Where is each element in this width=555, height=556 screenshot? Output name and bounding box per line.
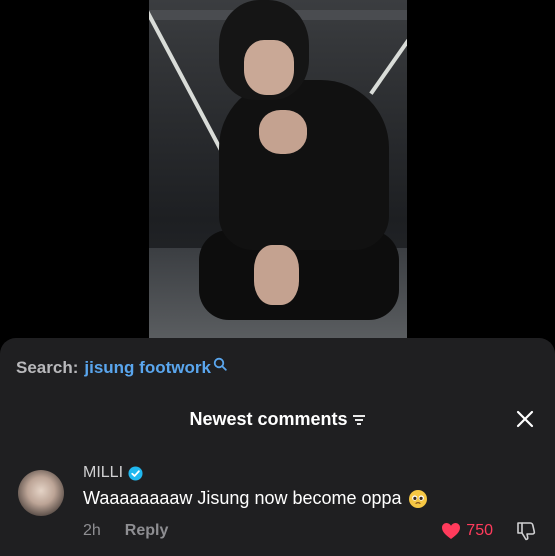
avatar[interactable]	[18, 470, 64, 516]
search-prefix: Search:	[16, 358, 79, 377]
comment-meta: 2h Reply	[83, 522, 168, 540]
ceiling-light	[369, 35, 407, 95]
comment-text: Waaaaaaaaw Jisung now become oppa	[83, 488, 402, 508]
reply-button[interactable]: Reply	[125, 522, 169, 540]
heart-icon[interactable]	[441, 522, 461, 540]
person-hand	[254, 245, 299, 305]
person-hand	[259, 110, 307, 154]
comment-time: 2h	[83, 522, 101, 539]
video-player[interactable]	[0, 0, 555, 338]
username[interactable]: MILLI	[83, 464, 123, 482]
sort-icon[interactable]	[352, 414, 366, 426]
ceiling-light	[149, 0, 223, 151]
search-suggestion[interactable]: Search: jisung footwork	[16, 357, 227, 378]
person-face	[244, 40, 294, 95]
comment-author[interactable]: MILLI	[83, 464, 143, 482]
dislike-icon[interactable]	[515, 520, 537, 542]
comments-title: Newest comments	[189, 409, 348, 429]
comments-header[interactable]: Newest comments	[0, 409, 555, 430]
search-icon	[213, 357, 227, 371]
verified-badge-icon	[128, 465, 143, 481]
video-frame[interactable]	[149, 0, 407, 338]
comment-item: MILLI Waaaaaaaaw Jisung now become oppa …	[18, 460, 555, 556]
search-term-link[interactable]: jisung footwork	[84, 358, 211, 378]
close-icon[interactable]	[515, 409, 535, 429]
person-body	[219, 80, 389, 250]
comments-sheet: Search: jisung footwork Newest comments …	[0, 338, 555, 556]
like-count: 750	[466, 522, 493, 539]
like-button[interactable]: 750	[441, 522, 493, 540]
pleading-face-emoji-icon	[408, 489, 427, 508]
comment-body: Waaaaaaaaw Jisung now become oppa	[83, 488, 428, 509]
